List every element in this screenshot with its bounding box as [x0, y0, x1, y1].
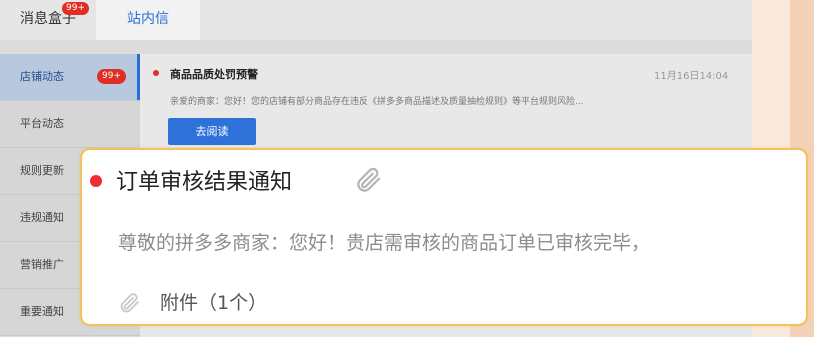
message-preview: 亲爱的商家：您好！您的店铺有部分商品存在违反《拼多多商品描述及质量抽检规则》等平… — [170, 97, 584, 107]
tab-bar: 消息盒子 99+ 站内信 — [0, 0, 752, 40]
read-button[interactable]: 去阅读 — [168, 118, 256, 145]
notification-body: 尊敬的拼多多商家：您好！贵店需审核的商品订单已审核完毕， — [118, 232, 651, 254]
sidebar-item-label: 营销推广 — [20, 258, 64, 271]
unread-badge: 99+ — [62, 2, 89, 15]
unread-dot-icon — [90, 175, 102, 187]
tab-site-mail[interactable]: 站内信 — [96, 0, 200, 40]
sidebar-item-platform-news[interactable]: 平台动态 — [0, 101, 140, 148]
tab-message-box[interactable]: 消息盒子 99+ — [0, 0, 96, 40]
list-item[interactable]: 商品品质处罚预警 11月16日14:04 亲爱的商家：您好！您的店铺有部分商品存… — [140, 54, 752, 145]
tab-site-mail-label: 站内信 — [127, 11, 169, 27]
sidebar-item-label: 平台动态 — [20, 117, 64, 130]
sidebar-item-label: 违规通知 — [20, 211, 64, 224]
unread-dot-icon — [153, 70, 159, 76]
message-time: 11月16日14:04 — [654, 71, 729, 82]
notification-title: 订单审核结果通知 — [116, 170, 293, 195]
notification-card[interactable]: 订单审核结果通知 尊敬的拼多多商家：您好！贵店需审核的商品订单已审核完毕， 附件… — [80, 148, 808, 326]
paperclip-icon — [354, 165, 384, 199]
sidebar-item-label: 重要通知 — [20, 305, 64, 318]
sidebar-item-label: 规则更新 — [20, 164, 64, 177]
attachment-link[interactable]: 附件（1个） — [160, 288, 267, 315]
unread-badge: 99+ — [97, 69, 126, 84]
message-title: 商品品质处罚预警 — [170, 68, 258, 81]
attachment-icon — [118, 291, 142, 319]
sidebar-item-label: 店铺动态 — [20, 70, 64, 83]
sidebar-item-shop-news[interactable]: 店铺动态 99+ — [0, 54, 140, 101]
